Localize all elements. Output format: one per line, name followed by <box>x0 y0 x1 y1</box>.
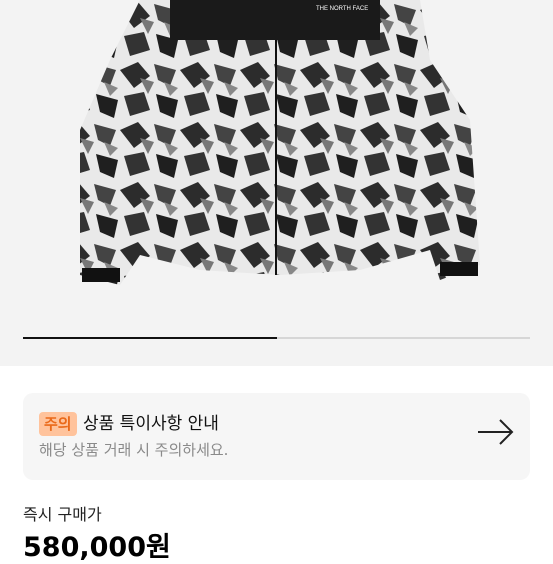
notice-card[interactable]: 주의 상품 특이사항 안내 해당 상품 거래 시 주의하세요. <box>23 393 530 480</box>
product-image <box>80 0 480 285</box>
notice-subtitle: 해당 상품 거래 시 주의하세요. <box>39 441 229 459</box>
image-progress-track <box>23 337 530 339</box>
product-image-carousel[interactable]: THE NORTH FACE <box>0 0 553 366</box>
price-value: 580,000원 <box>23 532 171 563</box>
notice-badge: 주의 <box>39 412 77 436</box>
price-label: 즉시 구매가 <box>23 505 102 524</box>
image-progress-fill <box>23 337 277 339</box>
arrow-right-icon[interactable] <box>476 417 516 447</box>
notice-title: 상품 특이사항 안내 <box>83 414 219 434</box>
brand-logo: THE NORTH FACE <box>316 6 369 12</box>
